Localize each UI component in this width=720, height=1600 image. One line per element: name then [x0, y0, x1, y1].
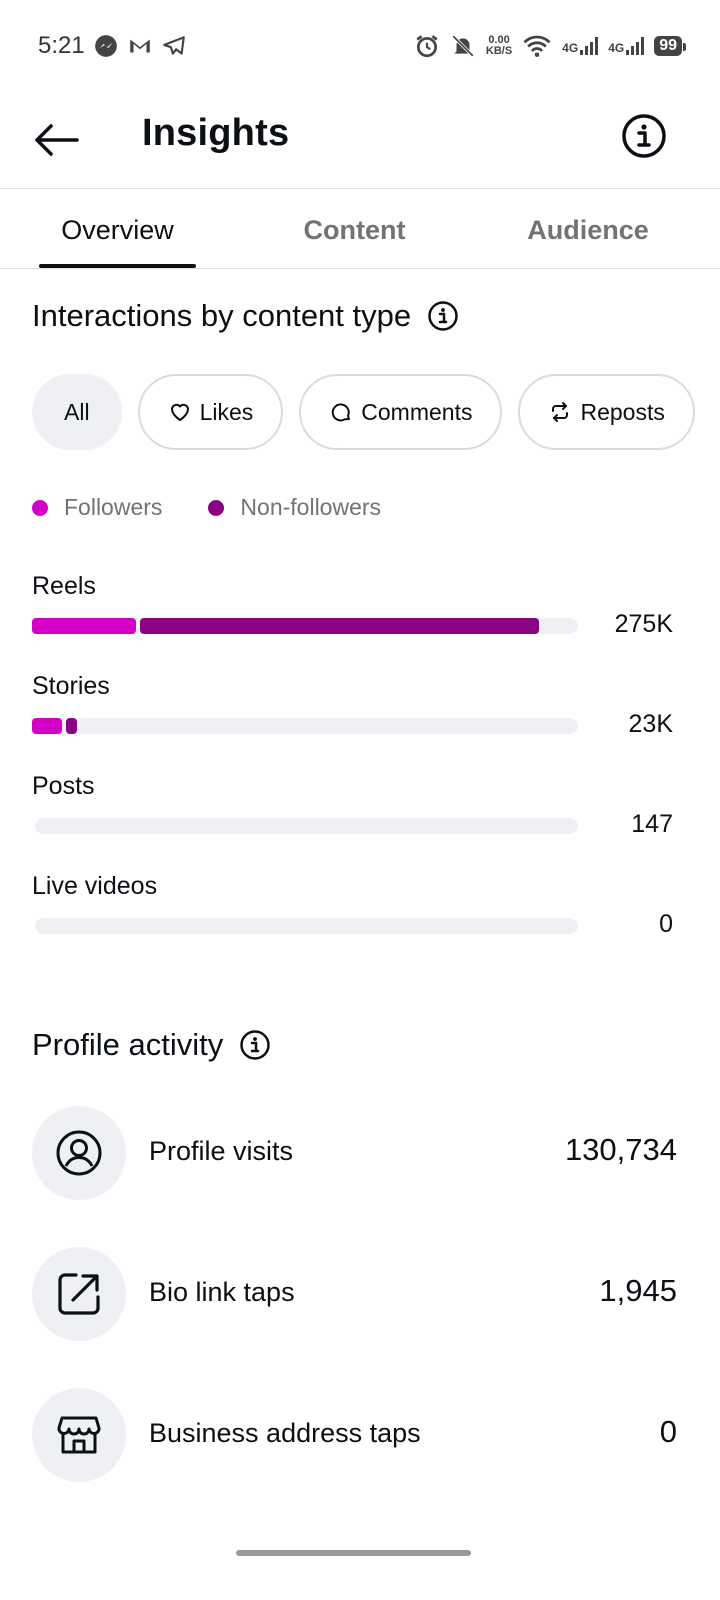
tab-bar: Overview Content Audience [0, 190, 720, 270]
bar-track [35, 918, 578, 934]
status-time: 5:21 [38, 32, 85, 59]
interaction-filter-chips: All Likes Comments Reposts [32, 374, 695, 450]
chip-reposts-label: Reposts [580, 398, 665, 425]
telegram-icon [162, 36, 185, 55]
activity-value: 1,945 [599, 1273, 677, 1308]
bar-label: Posts [32, 772, 95, 800]
legend-nonfollowers: Non-followers [208, 494, 381, 521]
signal-2-label: 4G [608, 41, 625, 55]
status-right: 0.00 KB/S 4G 4G 99 [414, 33, 686, 59]
activity-label: Bio link taps [149, 1277, 295, 1307]
bar-value: 0 [659, 910, 673, 938]
page-title: Insights [142, 112, 290, 154]
alarm-icon [416, 35, 438, 58]
activity-row-profile-visits[interactable]: Profile visits 130,734 [32, 1106, 677, 1202]
home-indicator[interactable] [236, 1550, 471, 1556]
activity-value: 0 [659, 1414, 677, 1449]
interactions-title-text: Interactions by content type [32, 298, 412, 333]
chip-comments[interactable]: Comments [299, 374, 503, 450]
back-arrow-icon [35, 124, 79, 156]
legend-dot-followers [32, 499, 48, 516]
bar-track [32, 618, 578, 634]
chip-all-label: All [64, 398, 90, 425]
app-header: Insights [0, 92, 720, 188]
bar-segment-nonfollowers [140, 618, 539, 634]
bar-row-live-videos[interactable]: Live videos 0 [32, 872, 677, 962]
activity-row-bio-link-taps[interactable]: Bio link taps 1,945 [32, 1247, 677, 1343]
bar-segment-followers [32, 618, 136, 634]
profile-activity-title-text: Profile activity [32, 1027, 224, 1062]
legend-label-nonfollowers: Non-followers [240, 494, 382, 520]
activity-row-business-address-taps[interactable]: Business address taps 0 [32, 1388, 677, 1484]
legend-followers: Followers [32, 494, 162, 521]
bar-track [32, 718, 578, 734]
status-bar: 5:21 0.00 KB/S 4G 4G 99 [0, 0, 720, 92]
bar-value: 147 [631, 810, 673, 838]
legend-label-followers: Followers [64, 494, 163, 520]
legend-dot-nonfollowers [208, 499, 225, 516]
signal-1-bars [580, 37, 599, 55]
tab-audience[interactable]: Audience [505, 190, 671, 270]
activity-icon-circle [32, 1106, 126, 1200]
bar-label: Live videos [32, 872, 158, 900]
interactions-section-title: Interactions by content type [32, 298, 459, 334]
bar-label: Stories [32, 672, 110, 700]
back-button[interactable] [32, 116, 80, 164]
status-left: 5:21 [38, 32, 187, 60]
network-speed: 0.00 KB/S [486, 35, 512, 57]
chip-comments-label: Comments [361, 398, 473, 425]
header-divider [0, 188, 720, 189]
info-icon[interactable] [427, 300, 459, 332]
chip-likes[interactable]: Likes [137, 374, 284, 450]
tab-content[interactable]: Content [276, 190, 433, 270]
external-link-icon [58, 1273, 100, 1315]
bar-segment-nonfollowers [66, 718, 77, 734]
info-icon[interactable] [239, 1029, 271, 1061]
chip-all[interactable]: All [32, 374, 122, 450]
wifi-icon [523, 35, 551, 57]
activity-value: 130,734 [564, 1132, 677, 1167]
activity-label: Profile visits [149, 1136, 294, 1166]
profile-icon [56, 1130, 102, 1176]
profile-activity-section-title: Profile activity [32, 1027, 271, 1063]
bar-track [35, 818, 578, 834]
bar-segment-followers [32, 718, 62, 734]
chip-reposts[interactable]: Reposts [518, 374, 695, 450]
comment-icon [332, 403, 351, 422]
messenger-icon [94, 35, 117, 57]
speed-unit: KB/S [485, 45, 513, 57]
bar-row-posts[interactable]: Posts 147 [32, 772, 677, 862]
signal-1: 4G [562, 37, 599, 55]
heart-icon [170, 403, 189, 421]
activity-icon-circle [32, 1247, 126, 1341]
mute-bell-icon [451, 35, 474, 57]
bar-value: 23K [628, 710, 673, 738]
activity-icon-circle [32, 1388, 126, 1482]
gmail-icon [129, 39, 150, 53]
signal-2-bars [626, 37, 645, 55]
info-icon [622, 114, 666, 158]
activity-label: Business address taps [149, 1418, 421, 1448]
storefront-icon [57, 1416, 101, 1454]
bar-row-stories[interactable]: Stories 23K [32, 672, 677, 762]
repost-icon [552, 402, 569, 422]
info-button[interactable] [620, 112, 668, 160]
chip-likes-label: Likes [199, 398, 254, 425]
signal-2: 4G [608, 37, 645, 55]
tabs-divider [0, 268, 720, 269]
bar-value: 275K [614, 610, 673, 638]
chart-legend: Followers Non-followers [32, 494, 381, 521]
tab-overview[interactable]: Overview [39, 190, 196, 270]
signal-1-label: 4G [562, 41, 579, 55]
bar-row-reels[interactable]: Reels 275K [32, 572, 677, 662]
battery-indicator: 99 [654, 36, 686, 56]
bar-label: Reels [32, 572, 96, 600]
